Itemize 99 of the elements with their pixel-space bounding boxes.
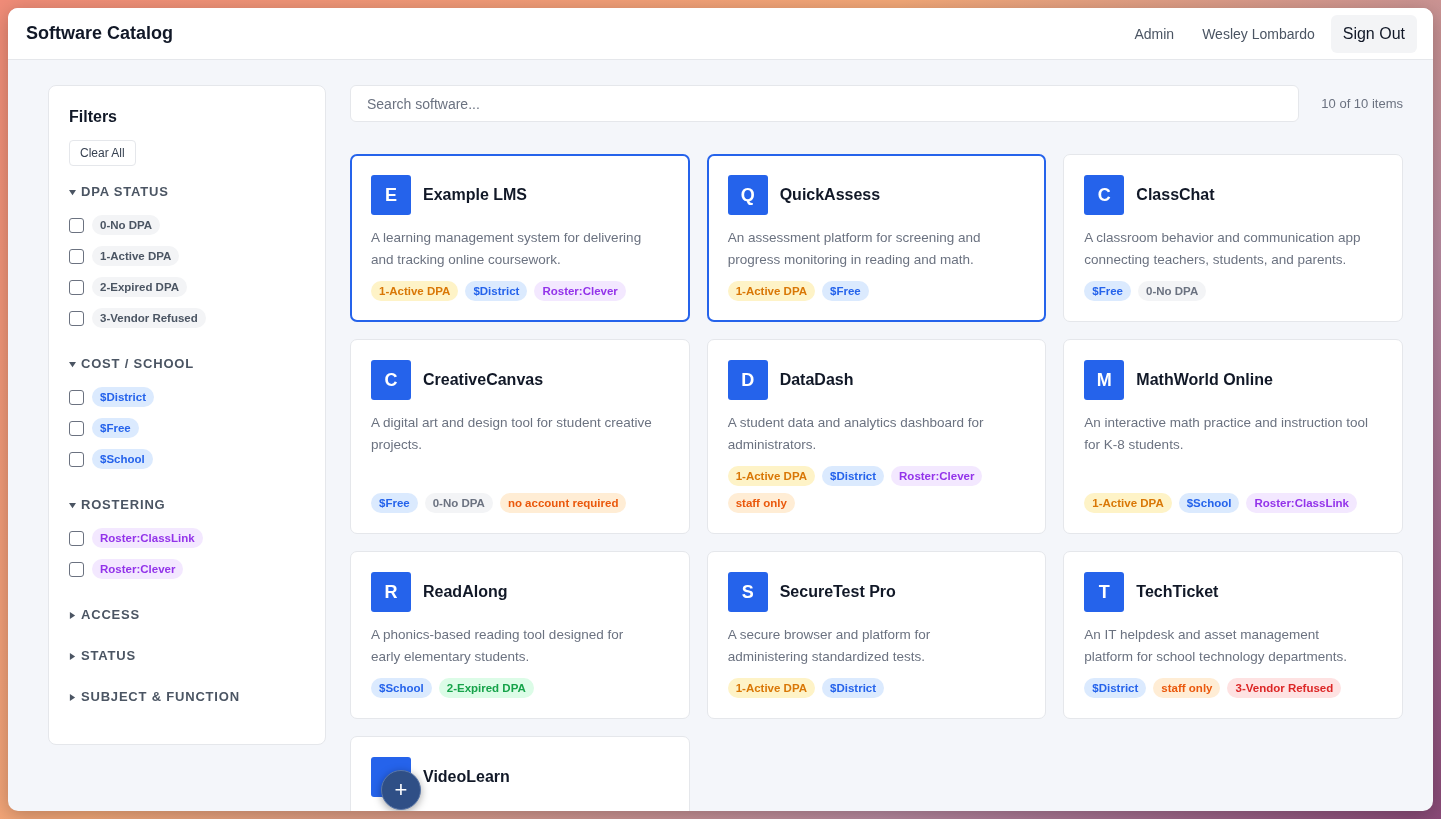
app-logo: C (1084, 175, 1125, 215)
checkbox[interactable] (69, 420, 84, 436)
checkbox[interactable] (69, 248, 84, 264)
checkbox[interactable] (69, 217, 84, 233)
filter-tag: 2-Expired DPA (92, 277, 188, 297)
software-description: A classroom behavior and communication app connecting teachers, students, and parents. (1084, 229, 1362, 269)
software-name: QuickAssess (779, 186, 881, 204)
filter-section-header[interactable]: COST / SCHOOL (69, 356, 305, 371)
tag: Roster:Clever (891, 466, 983, 486)
software-card[interactable]: M MathWorld Online An interactive math practice and instruction tool for K-8 students. 1-Active DPA $School Roster:ClassLink (1063, 339, 1403, 534)
software-name: MathWorld Online (1136, 371, 1273, 389)
tag: 1-Active DPA (1084, 493, 1172, 513)
software-name: DataDash (779, 371, 854, 389)
caret-icon (69, 361, 76, 368)
checkbox[interactable] (69, 451, 84, 467)
filter-section-header[interactable]: ACCESS (69, 607, 305, 622)
caret-icon (69, 694, 76, 701)
software-description: A secure browser and platform for administering standardized tests. (727, 626, 932, 666)
checkbox[interactable] (69, 530, 84, 546)
software-card[interactable]: R ReadAlong A phonics-based reading tool designed for early elementary students. $School 2-Expired DPA (350, 551, 690, 719)
tag: 0-No DPA (424, 493, 493, 513)
clear-all-button[interactable]: Clear All (69, 140, 136, 166)
nav-link[interactable]: Wesley Lombardo (1188, 25, 1329, 42)
tag: 1-Active DPA (371, 281, 459, 301)
tag: $Free (822, 281, 869, 301)
software-name: ClassChat (1136, 186, 1215, 204)
tag: 2-Expired DPA (438, 678, 534, 698)
software-description: An interactive math practice and instruction tool for K-8 students. (1084, 414, 1369, 454)
filter-tag: 3-Vendor Refused (92, 308, 206, 328)
filter-section-header[interactable]: SUBJECT & FUNCTION (69, 689, 305, 704)
caret-icon (69, 502, 76, 509)
item-count: 10 of 10 items (1320, 96, 1403, 111)
tag: 1-Active DPA (727, 281, 816, 301)
tag: 0-No DPA (1138, 281, 1207, 301)
software-description: An assessment platform for screening and progress monitoring in reading and math. (727, 229, 982, 269)
checkbox[interactable] (69, 389, 84, 405)
software-name: Example LMS (423, 186, 528, 204)
sign-out-button[interactable]: Sign Out (1330, 14, 1417, 53)
filter-tag: $Free (92, 418, 139, 438)
app-title: Software Catalog (26, 23, 175, 44)
tag: $School (371, 678, 432, 698)
filters-title: Filters (69, 108, 118, 126)
filter-tag: Roster:ClassLink (92, 528, 203, 548)
software-card[interactable]: D DataDash A student data and analytics dashboard for administrators. 1-Active DPA $District Roster:Clever staff only (706, 339, 1047, 534)
tag: staff only (1153, 678, 1221, 698)
software-description: A digital art and design tool for student creative projects. (371, 414, 653, 454)
software-card[interactable]: C ClassChat A classroom behavior and communication app connecting teachers, students, and parents. $Free 0-No DPA (1063, 154, 1403, 322)
tag: 1-Active DPA (727, 678, 816, 698)
software-description: A learning management system for delivering and tracking online coursework. (371, 229, 643, 269)
tag: $Free (1084, 281, 1131, 301)
filter-tag: Roster:Clever (92, 559, 184, 579)
caret-icon (69, 653, 76, 660)
filter-tag: $School (92, 449, 153, 469)
software-name: ReadAlong (423, 583, 508, 601)
software-description: A student data and analytics dashboard for administrators. (727, 414, 985, 454)
checkbox[interactable] (69, 279, 84, 295)
tag: $District (465, 281, 528, 301)
filter-section-header[interactable]: STATUS (69, 648, 305, 663)
tag: 1-Active DPA (727, 466, 816, 486)
tag: $District (822, 466, 885, 486)
app-logo: T (1084, 572, 1125, 612)
checkbox[interactable] (69, 561, 84, 577)
software-description: A phonics-based reading tool designed for early elementary students. (371, 626, 625, 666)
filter-tag: $District (92, 387, 155, 407)
tag: Roster:Clever (534, 281, 626, 301)
tag: $District (822, 678, 885, 698)
filter-section-header[interactable]: DPA STATUS (69, 184, 305, 199)
app-logo: D (727, 360, 768, 400)
tag: staff only (727, 493, 795, 513)
software-name: CreativeCanvas (423, 371, 544, 389)
app-logo: R (371, 572, 411, 612)
tag: $District (1084, 678, 1147, 698)
software-card[interactable]: E Example LMS A learning management system for delivering and tracking online coursework. 1-Active DPA $District Roster:Clever (350, 154, 690, 322)
tag: Roster:ClassLink (1246, 493, 1358, 513)
checkbox[interactable] (69, 310, 84, 326)
software-name: VideoLearn (423, 768, 510, 786)
tag: $Free (371, 493, 418, 513)
tag: $School (1178, 493, 1240, 513)
tag: 3-Vendor Refused (1227, 678, 1342, 698)
software-card[interactable]: Q QuickAssess An assessment platform for screening and progress monitoring in reading and math. 1-Active DPA $Free (706, 154, 1047, 322)
tag: no account required (499, 493, 627, 513)
software-name: SecureTest Pro (779, 583, 896, 601)
app-logo: S (727, 572, 768, 612)
filter-tag: 1-Active DPA (92, 246, 180, 266)
software-description: An IT helpdesk and asset management platform for school technology departments. (1084, 626, 1348, 666)
caret-icon (69, 612, 76, 619)
search-field[interactable]: Search software... (350, 85, 1299, 122)
software-card[interactable]: C CreativeCanvas A digital art and design tool for student creative projects. $Free 0-No DPA no account required (350, 339, 690, 534)
software-card[interactable]: T TechTicket An IT helpdesk and asset management platform for school technology departments. $District staff only 3-Vendor Refused (1063, 551, 1403, 719)
caret-icon (69, 189, 76, 196)
app-logo: Q (727, 175, 768, 215)
filter-tag: 0-No DPA (92, 215, 161, 235)
software-card[interactable]: S SecureTest Pro A secure browser and platform for administering standardized tests. 1-Active DPA $District (706, 551, 1047, 719)
nav-link[interactable]: Admin (1120, 25, 1189, 42)
app-logo: M (1084, 360, 1125, 400)
app-logo: E (371, 175, 411, 215)
app-logo: C (371, 360, 411, 400)
filter-section-header[interactable]: ROSTERING (69, 497, 305, 512)
software-name: TechTicket (1136, 583, 1219, 601)
